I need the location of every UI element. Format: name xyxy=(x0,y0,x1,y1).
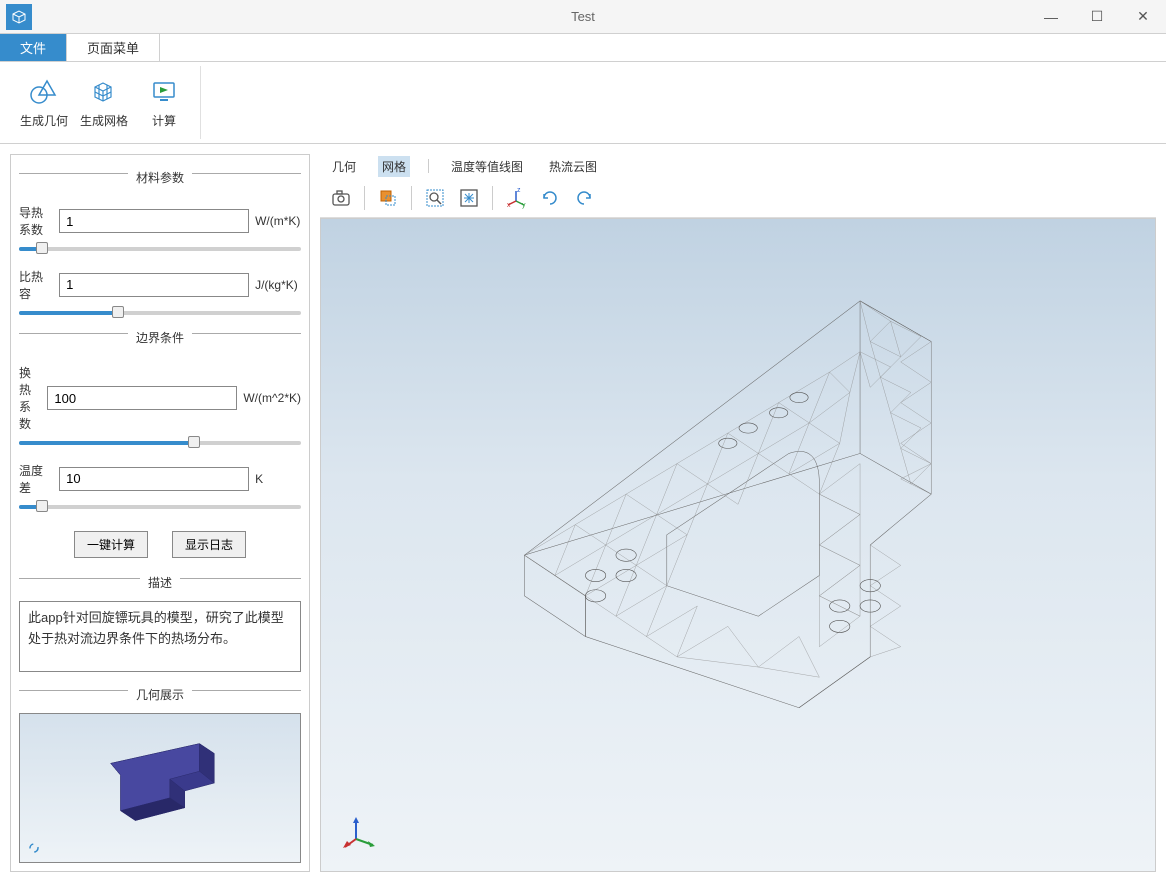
mesh-rendering xyxy=(321,219,1155,871)
geometry-display-title: 几何展示 xyxy=(128,686,192,703)
compute-icon xyxy=(148,76,180,108)
generate-geometry-label: 生成几何 xyxy=(20,112,68,129)
boundary-conditions-title: 边界条件 xyxy=(128,329,192,346)
close-button[interactable]: ✕ xyxy=(1120,0,1166,34)
specific-heat-label: 比热容 xyxy=(19,268,53,302)
main-tabs: 文件 页面菜单 xyxy=(0,34,1166,62)
viewport-axis-triad-icon xyxy=(341,811,381,851)
temperature-diff-input[interactable] xyxy=(59,467,249,491)
thermal-conductivity-input[interactable] xyxy=(59,209,249,233)
minimize-button[interactable]: — xyxy=(1028,0,1074,34)
app-logo-icon xyxy=(6,4,32,30)
compute-label: 计算 xyxy=(152,112,176,129)
thermal-conductivity-slider[interactable] xyxy=(19,240,301,250)
zoom-window-button[interactable] xyxy=(420,183,450,213)
show-log-button[interactable]: 显示日志 xyxy=(172,531,246,558)
camera-icon xyxy=(330,187,352,209)
heat-transfer-coeff-label: 换热系数 xyxy=(19,364,41,432)
description-title: 描述 xyxy=(140,574,180,591)
material-params-title: 材料参数 xyxy=(128,169,192,186)
main-viewport[interactable] xyxy=(320,218,1156,872)
svg-text:z: z xyxy=(517,187,521,194)
generate-geometry-button[interactable]: 生成几何 xyxy=(16,68,72,138)
view-tabs: 几何 网格 温度等值线图 热流云图 xyxy=(320,154,1156,178)
heat-transfer-coeff-input[interactable] xyxy=(47,386,237,410)
ribbon: 生成几何 生成网格 xyxy=(0,62,1166,144)
action-buttons-row: 一键计算 显示日志 xyxy=(19,531,301,558)
view-tab-geometry[interactable]: 几何 xyxy=(328,156,360,177)
heat-transfer-coeff-slider[interactable] xyxy=(19,434,301,444)
tab-file[interactable]: 文件 xyxy=(0,34,67,61)
window-controls: — ☐ ✕ xyxy=(1028,0,1166,34)
tab-page-menu[interactable]: 页面菜单 xyxy=(67,34,160,61)
generate-mesh-button[interactable]: 生成网格 xyxy=(76,68,132,138)
tab-separator xyxy=(428,159,429,173)
specific-heat-input[interactable] xyxy=(59,273,249,297)
geometry-preview-viewport[interactable] xyxy=(19,713,301,863)
generate-mesh-label: 生成网格 xyxy=(80,112,128,129)
zoom-extents-button[interactable] xyxy=(454,183,484,213)
temperature-diff-label: 温度差 xyxy=(19,462,53,496)
zoom-window-icon xyxy=(424,187,446,209)
right-panel: 几何 网格 温度等值线图 热流云图 z y x xyxy=(320,154,1156,872)
compute-button[interactable]: 计算 xyxy=(136,68,192,138)
material-params-fieldset: 材料参数 xyxy=(19,163,301,190)
rotate-left-button[interactable] xyxy=(535,183,565,213)
rotate-right-button[interactable] xyxy=(569,183,599,213)
svg-text:y: y xyxy=(522,202,526,209)
temperature-diff-slider[interactable] xyxy=(19,498,301,508)
rotate-left-icon xyxy=(539,187,561,209)
one-click-compute-button[interactable]: 一键计算 xyxy=(74,531,148,558)
screenshot-button[interactable] xyxy=(326,183,356,213)
select-box-icon xyxy=(377,187,399,209)
geometry-display-fieldset: 几何展示 xyxy=(19,680,301,707)
boundary-conditions-fieldset: 边界条件 xyxy=(19,323,301,350)
window-title: Test xyxy=(571,9,595,24)
titlebar: Test — ☐ ✕ xyxy=(0,0,1166,34)
geometry-icon xyxy=(28,76,60,108)
svg-text:x: x xyxy=(507,202,511,209)
specific-heat-slider[interactable] xyxy=(19,304,301,314)
select-box-button[interactable] xyxy=(373,183,403,213)
thermal-conductivity-label: 导热系数 xyxy=(19,204,53,238)
description-text: 此app针对回旋镖玩具的模型，研究了此模型处于热对流边界条件下的热场分布。 xyxy=(19,601,301,672)
loading-spinner-icon xyxy=(28,842,40,854)
heat-transfer-coeff-row: 换热系数 W/(m^2*K) xyxy=(19,364,301,432)
temperature-diff-row: 温度差 K xyxy=(19,462,301,496)
main-area: 材料参数 导热系数 W/(m*K) 比热容 J/(kg*K) 边界条件 换热系数 xyxy=(0,144,1166,882)
view-tab-temp-contour[interactable]: 温度等值线图 xyxy=(447,156,527,177)
specific-heat-row: 比热容 J/(kg*K) xyxy=(19,268,301,302)
heat-transfer-coeff-unit: W/(m^2*K) xyxy=(243,391,301,405)
ribbon-group-main: 生成几何 生成网格 xyxy=(8,66,201,139)
axis-view-button[interactable]: z y x xyxy=(501,183,531,213)
viewport-toolbar: z y x xyxy=(320,178,1156,218)
view-tab-mesh[interactable]: 网格 xyxy=(378,156,410,177)
thermal-conductivity-row: 导热系数 W/(m*K) xyxy=(19,204,301,238)
mesh-icon xyxy=(88,76,120,108)
zoom-extents-icon xyxy=(458,187,480,209)
left-panel: 材料参数 导热系数 W/(m*K) 比热容 J/(kg*K) 边界条件 换热系数 xyxy=(10,154,310,872)
description-fieldset: 描述 xyxy=(19,568,301,595)
view-tab-heat-flow[interactable]: 热流云图 xyxy=(545,156,601,177)
specific-heat-unit: J/(kg*K) xyxy=(255,278,301,292)
rotate-right-icon xyxy=(573,187,595,209)
axis-triad-icon: z y x xyxy=(505,187,527,209)
maximize-button[interactable]: ☐ xyxy=(1074,0,1120,34)
temperature-diff-unit: K xyxy=(255,472,301,486)
thermal-conductivity-unit: W/(m*K) xyxy=(255,214,301,228)
